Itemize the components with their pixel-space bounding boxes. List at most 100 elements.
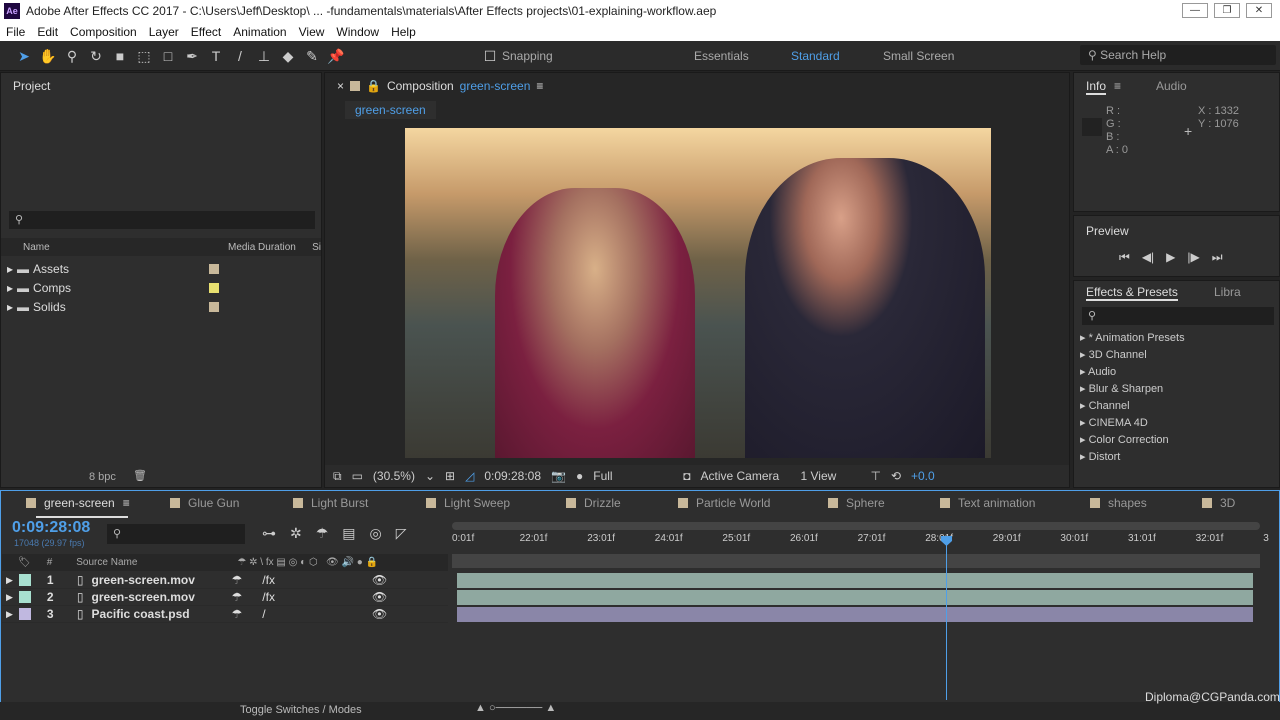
workspace-small-screen[interactable]: Small Screen [883,49,954,63]
close-button[interactable]: ✕ [1246,3,1272,18]
transparency-grid-icon[interactable]: ◿ [465,469,474,483]
bpc-button[interactable]: 8 bpc [89,471,116,483]
menu-edit[interactable]: Edit [31,25,64,39]
label-icon[interactable]: 🏷 [18,557,31,568]
pan-behind-tool-icon[interactable]: ⬚ [132,45,156,67]
clone-stamp-tool-icon[interactable]: ⊥ [252,45,276,67]
menu-effect[interactable]: Effect [185,25,227,39]
layer-duration-bar[interactable] [457,590,1253,605]
col-source-name[interactable]: Source Name [76,557,137,568]
expand-icon[interactable]: ▶ [6,592,13,603]
region-of-interest-icon[interactable]: ⊞ [445,469,455,483]
timeline-tab[interactable]: Text animation [940,496,1035,510]
tab-audio[interactable]: Audio [1156,79,1187,93]
effect-category[interactable]: ▸ Audio [1074,364,1260,381]
col-name[interactable]: Name [23,242,206,253]
selection-tool-icon[interactable]: ➤ [12,45,36,67]
workspace-standard[interactable]: Standard [791,49,840,63]
maximize-button[interactable]: ❐ [1214,3,1240,18]
tab-info[interactable]: Info [1086,79,1107,95]
toggle-switches-modes-button[interactable]: Toggle Switches / Modes [240,704,362,716]
effect-category[interactable]: ▸ Blur & Sharpen [1074,381,1260,398]
timeline-tab[interactable]: Drizzle [566,496,621,510]
effects-search-input[interactable]: ⚲ [1082,307,1274,325]
project-search-input[interactable]: ⚲ [9,211,315,229]
current-time[interactable]: 0:09:28:08 [484,469,541,483]
col-size[interactable]: Si [312,242,321,253]
graph-editor-icon[interactable]: ◸ [396,525,407,542]
fx-switch[interactable]: fx [266,590,275,604]
tab-effects-presets[interactable]: Effects & Presets [1086,285,1178,301]
timeline-tab[interactable]: Particle World [678,496,770,510]
menu-view[interactable]: View [293,25,331,39]
effect-category[interactable]: ▸ Distort [1074,449,1260,466]
menu-layer[interactable]: Layer [143,25,185,39]
puppet-pin-tool-icon[interactable]: 📌 [324,45,348,67]
eraser-tool-icon[interactable]: ◆ [276,45,300,67]
search-help-input[interactable]: ⚲ Search Help [1080,45,1276,65]
layer-name[interactable]: green-screen.mov [92,573,232,587]
timeline-tab[interactable]: Light Sweep [426,496,510,510]
playhead[interactable] [946,536,947,700]
workspace-essentials[interactable]: Essentials [694,49,749,63]
layer-row[interactable]: ▶ 3 ▯ Pacific coast.psd ☂ / 👁 [2,606,448,623]
effect-category[interactable]: ▸ Channel [1074,398,1260,415]
comp-flowchart-icon[interactable]: ⊶ [262,525,276,542]
shy-switch[interactable]: ☂ [232,573,243,587]
brush-tool-icon[interactable]: / [228,45,252,67]
expand-icon[interactable]: ▶ [6,575,13,586]
motion-blur-icon[interactable]: ◎ [370,525,382,542]
timeline-search-input[interactable]: ⚲ [107,524,245,544]
display-icon[interactable]: ▭ [352,469,363,483]
fx-switch[interactable]: fx [266,573,275,587]
folder-assets[interactable]: ▸ ▬ Assets [7,259,317,278]
folder-comps[interactable]: ▸ ▬ Comps [7,278,317,297]
panel-menu-icon[interactable]: ≡ [123,496,130,510]
panel-menu-icon[interactable]: ≡ [536,79,543,93]
time-navigator[interactable] [452,554,1260,568]
menu-composition[interactable]: Composition [64,25,143,39]
menu-file[interactable]: File [0,25,31,39]
layer-row[interactable]: ▶ 1 ▯ green-screen.mov ☂ / fx 👁 [2,572,448,589]
panel-menu-icon[interactable]: ≡ [1114,79,1121,93]
layer-name[interactable]: Pacific coast.psd [92,607,232,621]
resolution-dropdown[interactable]: Full [593,469,673,483]
timeline-tab[interactable]: shapes [1090,496,1147,510]
timeline-tab[interactable]: green-screen ≡ [26,496,130,510]
visibility-icon[interactable]: 👁 [372,590,387,604]
tab-libraries[interactable]: Libra [1214,285,1241,299]
label-color[interactable] [18,608,31,620]
quality-switch[interactable]: / [262,607,265,621]
timeline-timecode[interactable]: 0:09:28:08 [12,519,90,537]
view-layout-dropdown[interactable]: 1 View [800,469,860,483]
timeline-tab[interactable]: 3D [1202,496,1235,510]
shy-icon[interactable]: ☂ [316,525,329,542]
channel-icon[interactable]: ● [576,469,583,483]
comp-viewer-tab[interactable]: green-screen [345,101,436,119]
snapping-checkbox[interactable]: ☐ [478,45,502,67]
comp-viewer-image[interactable] [405,128,991,458]
shy-switch[interactable]: ☂ [232,607,243,621]
shy-switch[interactable]: ☂ [232,590,243,604]
timeline-tab[interactable]: Glue Gun [170,496,239,510]
snapshot-icon[interactable]: 📷 [551,469,566,483]
work-area-bar[interactable] [452,522,1260,530]
col-number[interactable]: # [47,557,53,568]
hand-tool-icon[interactable]: ✋ [36,45,60,67]
always-preview-icon[interactable]: ⧉ [333,469,342,484]
layer-name[interactable]: green-screen.mov [92,590,232,604]
menu-animation[interactable]: Animation [227,25,292,39]
type-tool-icon[interactable]: T [204,45,228,67]
frame-blending-icon[interactable]: ▤ [342,525,355,542]
folder-solids[interactable]: ▸ ▬ Solids [7,297,317,316]
timeline-tab[interactable]: Light Burst [293,496,368,510]
effect-category[interactable]: ▸ Color Correction [1074,432,1260,449]
timeline-tab[interactable]: Sphere [828,496,885,510]
rotate-tool-icon[interactable]: ↻ [84,45,108,67]
menu-help[interactable]: Help [385,25,422,39]
first-frame-icon[interactable]: ⏮ [1119,250,1130,265]
layer-row[interactable]: ▶ 2 ▯ green-screen.mov ☂ / fx 👁 [2,589,448,606]
play-icon[interactable]: ▶ [1166,250,1175,265]
flowchart-icon[interactable]: ⊤ [870,469,880,483]
minimize-button[interactable]: — [1182,3,1208,18]
